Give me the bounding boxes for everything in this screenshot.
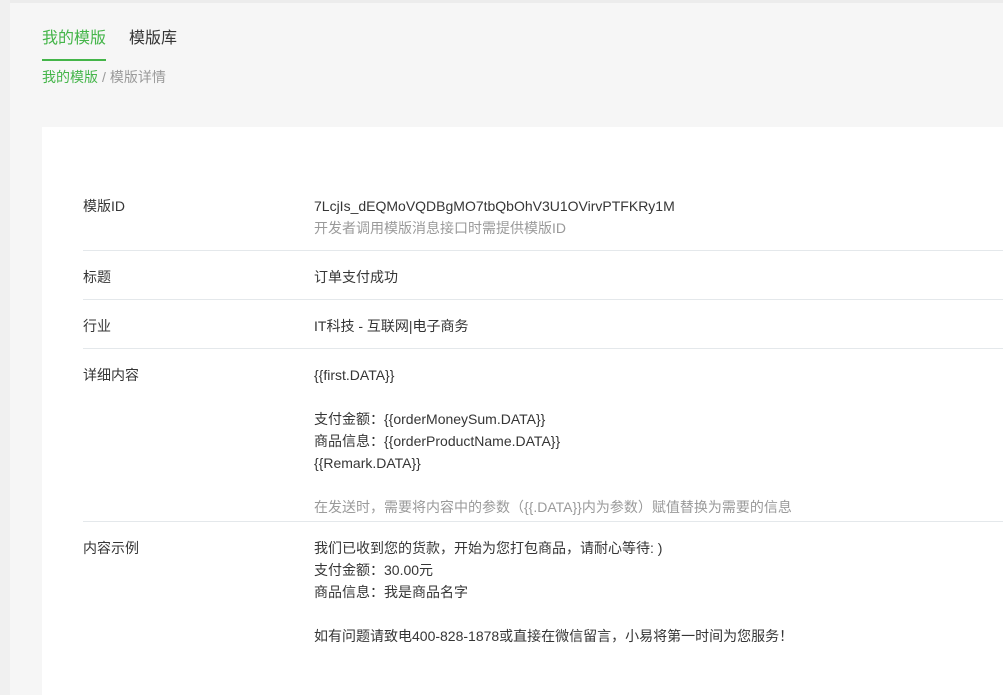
breadcrumb-separator: / bbox=[102, 69, 106, 85]
tab-my-templates[interactable]: 我的模版 bbox=[42, 27, 107, 61]
title-value: 订单支付成功 bbox=[314, 269, 398, 285]
template-id-value-block: 7LcjIs_dEQMoVQDBgMO7tbQbOhV3U1OVirvPTFKR… bbox=[314, 195, 675, 239]
breadcrumb-my-templates-link[interactable]: 我的模版 bbox=[42, 69, 98, 85]
example-label: 内容示例 bbox=[83, 540, 139, 556]
industry-value: IT科技 - 互联网|电子商务 bbox=[314, 318, 469, 334]
tab-bar: 我的模版 模版库 bbox=[42, 27, 200, 61]
title-label: 标题 bbox=[83, 269, 111, 285]
example-row: 内容示例 我们已收到您的货款，开始为您打包商品，请耐心等待: ) 支付金额：30… bbox=[83, 537, 1003, 667]
content-line: 商品信息：{{orderProductName.DATA}} bbox=[314, 433, 561, 449]
title-row: 标题 订单支付成功 bbox=[83, 266, 1003, 300]
example-line: 我们已收到您的货款，开始为您打包商品，请耐心等待: ) bbox=[314, 540, 663, 556]
template-id-tip: 开发者调用模版消息接口时需提供模版ID bbox=[314, 220, 566, 236]
content-line: {{Remark.DATA}} bbox=[314, 455, 421, 471]
template-detail-card: 模版ID 7LcjIs_dEQMoVQDBgMO7tbQbOhV3U1OVirv… bbox=[42, 127, 1003, 695]
industry-label: 行业 bbox=[83, 318, 111, 334]
example-line: 商品信息：我是商品名字 bbox=[314, 584, 468, 600]
content-tip: 在发送时，需要将内容中的参数（{{.DATA}}内为参数）赋值替换为需要的信息 bbox=[314, 499, 792, 515]
example-value-block: 我们已收到您的货款，开始为您打包商品，请耐心等待: ) 支付金额：30.00元 … bbox=[314, 537, 793, 647]
example-line: 支付金额：30.00元 bbox=[314, 562, 434, 578]
content-value-block: {{first.DATA}} 支付金额：{{orderMoneySum.DATA… bbox=[314, 364, 792, 518]
tab-template-library[interactable]: 模版库 bbox=[129, 27, 177, 61]
left-border bbox=[0, 0, 10, 695]
content-row: 详细内容 {{first.DATA}} 支付金额：{{orderMoneySum… bbox=[83, 364, 1003, 522]
industry-row: 行业 IT科技 - 互联网|电子商务 bbox=[83, 315, 1003, 349]
template-id-row: 模版ID 7LcjIs_dEQMoVQDBgMO7tbQbOhV3U1OVirv… bbox=[83, 195, 1003, 251]
content-line: {{first.DATA}} bbox=[314, 367, 395, 383]
breadcrumb: 我的模版 / 模版详情 bbox=[42, 67, 166, 87]
example-line: 如有问题请致电400-828-1878或直接在微信留言，小易将第一时间为您服务！ bbox=[314, 628, 794, 644]
page: 我的模版 模版库 我的模版 / 模版详情 模版ID 7LcjIs_dEQMoVQDB… bbox=[10, 3, 1003, 695]
content-line: 支付金额：{{orderMoneySum.DATA}} bbox=[314, 411, 546, 427]
breadcrumb-current: 模版详情 bbox=[109, 69, 166, 85]
template-id-value: 7LcjIs_dEQMoVQDBgMO7tbQbOhV3U1OVirvPTFKR… bbox=[314, 198, 675, 214]
template-id-label: 模版ID bbox=[83, 198, 125, 214]
content-label: 详细内容 bbox=[83, 367, 139, 383]
